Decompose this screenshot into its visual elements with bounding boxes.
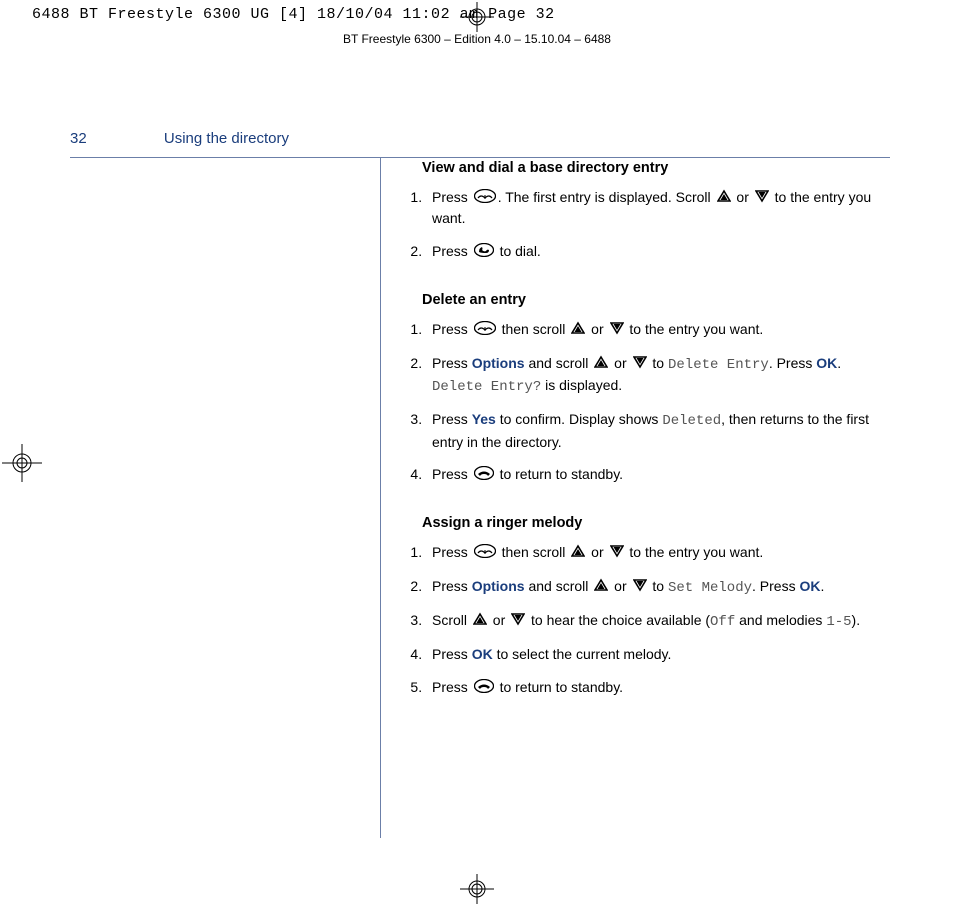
registration-mark-left [2,440,42,486]
arrow-up-icon [571,543,585,563]
step-item: Press Options and scroll or to Delete En… [426,353,885,398]
arrow-up-icon [594,577,608,597]
steps-list: Press . The first entry is displayed. Sc… [410,187,885,262]
step-item: Press to dial. [426,241,885,262]
lcd-text: Delete Entry? [432,379,541,395]
step-item: Press then scroll or to the entry you wa… [426,542,885,563]
subheading-ringer: Assign a ringer melody [422,513,885,534]
section-title: Using the directory [164,130,289,147]
ok-softkey: OK [816,355,837,371]
book-icon [474,188,496,208]
end-call-icon [474,678,494,698]
options-softkey: Options [472,578,525,594]
step-item: Press . The first entry is displayed. Sc… [426,187,885,229]
arrow-up-icon [473,611,487,631]
arrow-down-icon [633,577,647,597]
steps-list: Press then scroll or to the entry you wa… [410,319,885,485]
lcd-text: Delete Entry [668,357,769,373]
talk-icon [474,242,494,262]
step-item: Press Options and scroll or to Set Melod… [426,576,885,598]
ok-softkey: OK [472,646,493,662]
step-item: Press to return to standby. [426,677,885,698]
arrow-down-icon [610,320,624,340]
options-softkey: Options [472,355,525,371]
lcd-text: 1-5 [826,614,851,630]
arrow-down-icon [755,188,769,208]
subheading-delete: Delete an entry [422,290,885,311]
arrow-up-icon [571,320,585,340]
end-call-icon [474,465,494,485]
ok-softkey: OK [799,578,820,594]
arrow-up-icon [594,354,608,374]
step-item: Press Yes to confirm. Display shows Dele… [426,409,885,452]
book-icon [474,320,496,340]
yes-softkey: Yes [472,411,496,427]
registration-mark-bottom [454,874,500,904]
book-icon [474,543,496,563]
lcd-text: Set Melody [668,580,752,596]
page-number: 32 [70,130,160,147]
step-item: Scroll or to hear the choice available (… [426,610,885,632]
edition-line: BT Freestyle 6300 – Edition 4.0 – 15.10.… [0,32,954,46]
subheading-view-dial: View and dial a base directory entry [422,158,885,179]
step-item: Press then scroll or to the entry you wa… [426,319,885,340]
step-item: Press OK to select the current melody. [426,644,885,664]
arrow-down-icon [633,354,647,374]
print-job-header: 6488 BT Freestyle 6300 UG [4] 18/10/04 1… [32,6,555,23]
arrow-up-icon [717,188,731,208]
step-item: Press to return to standby. [426,464,885,485]
steps-list: Press then scroll or to the entry you wa… [410,542,885,698]
content-column: View and dial a base directory entry Pre… [410,158,885,710]
lcd-text: Deleted [662,413,721,429]
lcd-text: Off [710,614,735,630]
vertical-rule [380,158,381,838]
arrow-down-icon [610,543,624,563]
arrow-down-icon [511,611,525,631]
